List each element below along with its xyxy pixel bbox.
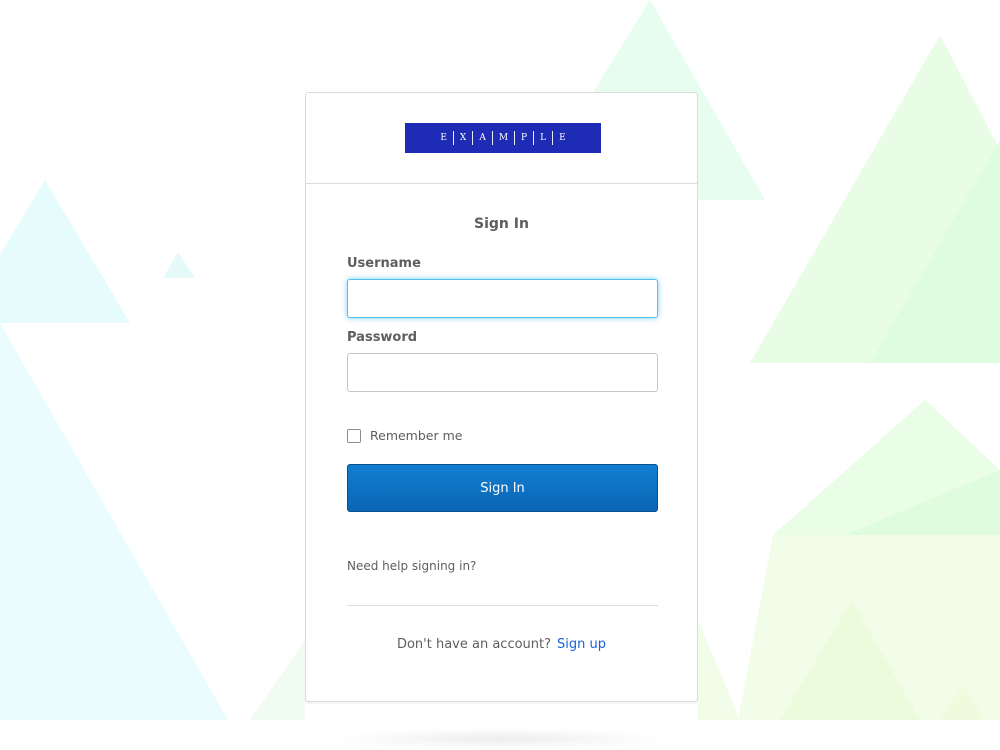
bottom-shadow: [330, 728, 670, 750]
card-header: E X A M P L E: [306, 93, 697, 184]
form-title: Sign In: [474, 216, 529, 232]
signup-row: Don't have an account? Sign up: [306, 637, 697, 652]
need-help-link[interactable]: Need help signing in?: [347, 559, 476, 573]
logo-letter: L: [540, 133, 547, 143]
password-input[interactable]: [347, 353, 658, 392]
logo-separator: [472, 131, 474, 145]
logo-separator: [533, 131, 535, 145]
logo-letter: M: [498, 133, 509, 143]
logo-separator: [491, 131, 493, 145]
logo-letter: E: [440, 133, 447, 143]
logo-letter: P: [521, 133, 528, 143]
logo-separator: [552, 131, 554, 145]
username-input[interactable]: [347, 279, 658, 318]
logo-separator: [452, 131, 454, 145]
logo-letter: A: [479, 133, 486, 143]
remember-me-row[interactable]: Remember me: [347, 428, 462, 443]
sign-up-link[interactable]: Sign up: [557, 637, 606, 652]
logo-separator: [514, 131, 516, 145]
remember-me-label[interactable]: Remember me: [370, 428, 462, 443]
example-logo: E X A M P L E: [405, 123, 601, 153]
sign-in-button[interactable]: Sign In: [347, 464, 658, 512]
logo-letter: E: [559, 133, 566, 143]
sign-in-card: E X A M P L E Sign In Username Password …: [305, 92, 698, 702]
divider: [347, 605, 658, 606]
username-label: Username: [347, 256, 421, 271]
logo-letter: X: [459, 133, 467, 143]
password-label: Password: [347, 330, 418, 345]
signup-prompt: Don't have an account?: [396, 637, 552, 652]
remember-me-checkbox[interactable]: [347, 428, 361, 443]
